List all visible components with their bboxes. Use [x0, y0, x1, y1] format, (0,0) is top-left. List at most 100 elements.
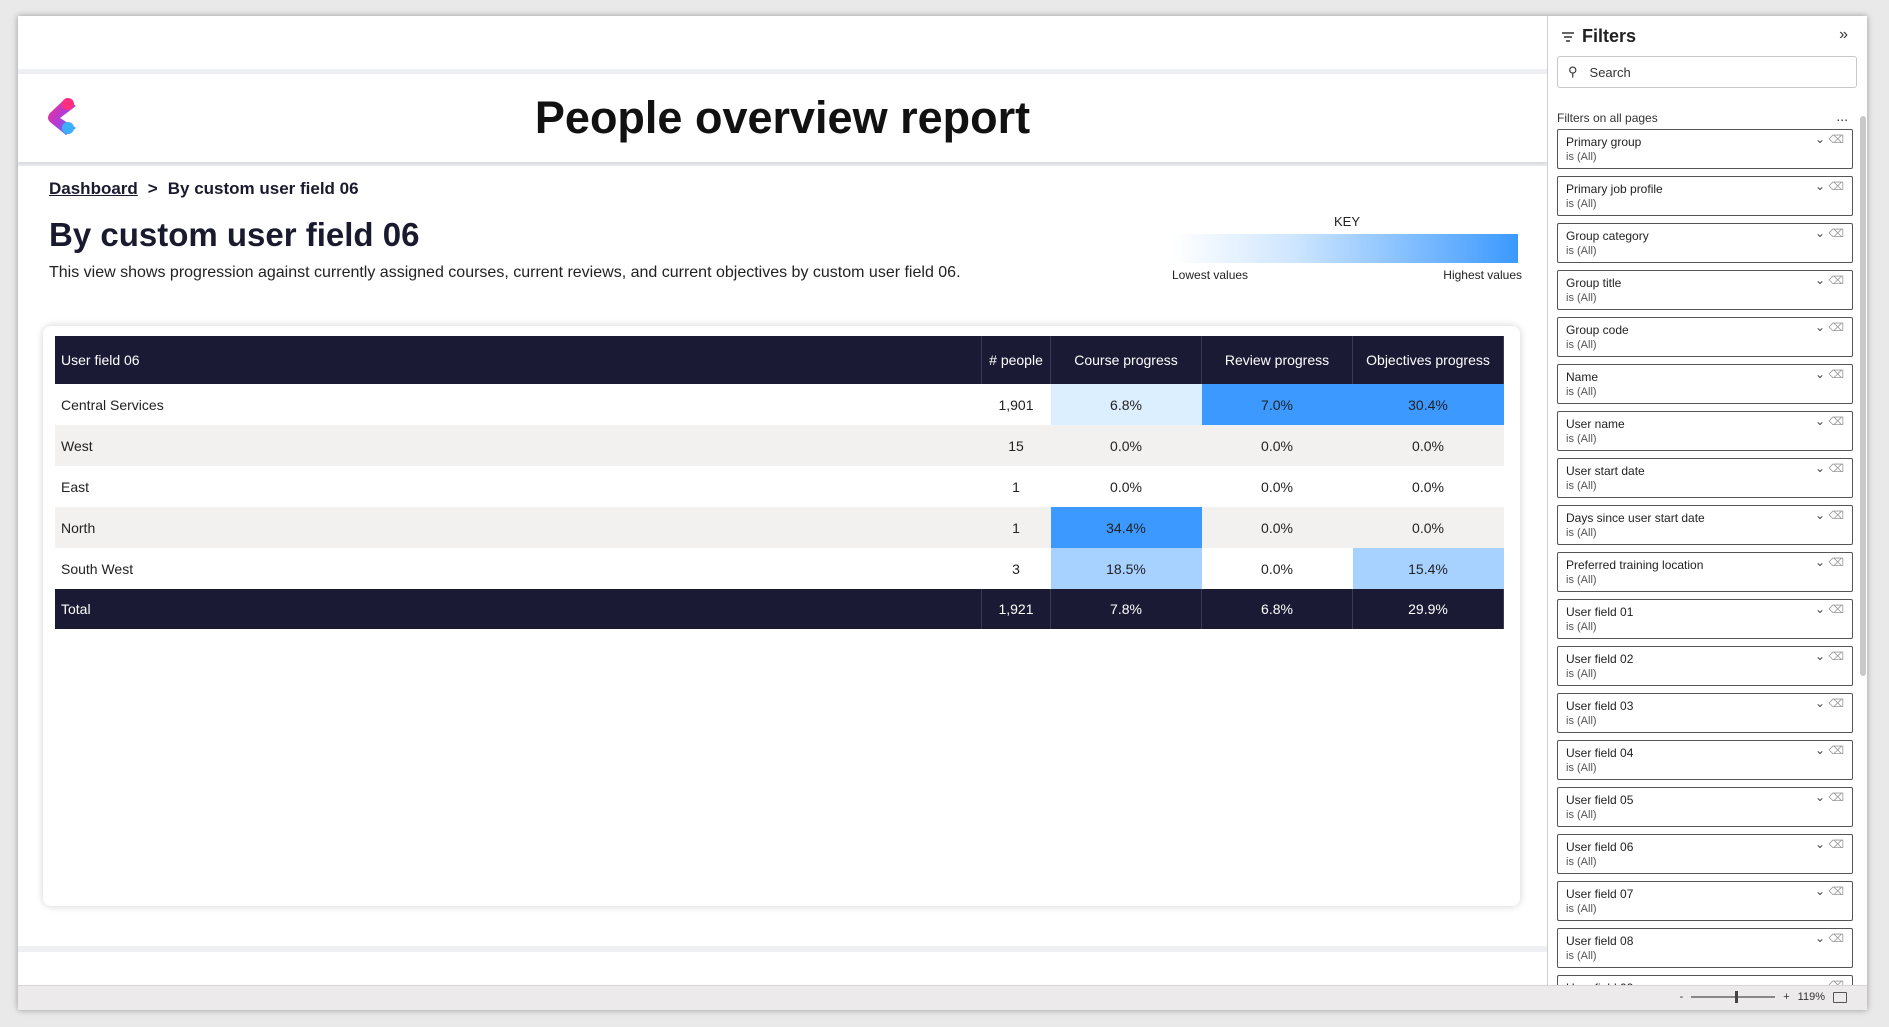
header-course-progress[interactable]: Course progress	[1050, 336, 1202, 384]
filter-card[interactable]: Group title is (All) ⌄ ⌫	[1557, 270, 1853, 310]
filter-card[interactable]: User name is (All) ⌄ ⌫	[1557, 411, 1853, 451]
filter-card[interactable]: User field 03 is (All) ⌄ ⌫	[1557, 693, 1853, 733]
clear-filter-icon[interactable]: ⌫	[1828, 932, 1844, 945]
row-review: 0.0%	[1261, 478, 1293, 495]
chevron-down-icon[interactable]: ⌄	[1815, 743, 1825, 757]
clear-filter-icon[interactable]: ⌫	[1828, 227, 1844, 240]
chevron-down-icon[interactable]: ⌄	[1815, 226, 1825, 240]
filter-icon	[1562, 31, 1574, 42]
chevron-down-icon[interactable]: ⌄	[1815, 179, 1825, 193]
clear-filter-icon[interactable]: ⌫	[1828, 321, 1844, 334]
table-row[interactable]: South West 3 18.5% 0.0% 15.4%	[55, 548, 1504, 589]
chevron-down-icon[interactable]: ⌄	[1815, 320, 1825, 334]
row-review: 0.0%	[1201, 425, 1353, 466]
filter-card[interactable]: Group category is (All) ⌄ ⌫	[1557, 223, 1853, 263]
breadcrumb-separator: >	[147, 179, 158, 198]
clear-filter-icon[interactable]: ⌫	[1828, 556, 1844, 569]
filter-card[interactable]: User field 04 is (All) ⌄ ⌫	[1557, 740, 1853, 780]
filter-value: is (All)	[1566, 574, 1597, 586]
clear-filter-icon[interactable]: ⌫	[1828, 462, 1844, 475]
more-options-icon[interactable]: ...	[1836, 108, 1848, 124]
filter-scrollbar[interactable]	[1860, 116, 1866, 676]
filter-card[interactable]: User field 05 is (All) ⌄ ⌫	[1557, 787, 1853, 827]
table-row[interactable]: West 15 0.0% 0.0% 0.0%	[55, 425, 1504, 466]
chevron-down-icon[interactable]: ⌄	[1815, 273, 1825, 287]
table-row[interactable]: East 1 0.0% 0.0% 0.0%	[55, 466, 1504, 507]
filter-card[interactable]: User field 01 is (All) ⌄ ⌫	[1557, 599, 1853, 639]
filter-card[interactable]: Name is (All) ⌄ ⌫	[1557, 364, 1853, 404]
clear-filter-icon[interactable]: ⌫	[1828, 133, 1844, 146]
filter-name: User start date	[1566, 464, 1645, 478]
filter-card[interactable]: User field 07 is (All) ⌄ ⌫	[1557, 881, 1853, 921]
filter-card[interactable]: Primary job profile is (All) ⌄ ⌫	[1557, 176, 1853, 216]
header-people[interactable]: # people	[981, 336, 1051, 384]
clear-filter-icon[interactable]: ⌫	[1828, 791, 1844, 804]
filter-name: User field 07	[1566, 887, 1634, 901]
clear-filter-icon[interactable]: ⌫	[1828, 697, 1844, 710]
filter-value: is (All)	[1566, 386, 1597, 398]
filter-card[interactable]: User field 09is (All)⌄⌫	[1557, 975, 1853, 985]
zoom-out-button[interactable]: -	[1680, 991, 1684, 1003]
clear-filter-icon[interactable]: ⌫	[1828, 274, 1844, 287]
clear-filter-icon[interactable]: ⌫	[1828, 650, 1844, 663]
filter-name: Days since user start date	[1566, 511, 1705, 525]
chevron-down-icon[interactable]: ⌄	[1815, 696, 1825, 710]
chevron-down-icon[interactable]: ⌄	[1815, 461, 1825, 475]
chevron-down-icon[interactable]: ⌄	[1815, 555, 1825, 569]
chevron-down-icon[interactable]: ⌄	[1815, 837, 1825, 851]
chevron-down-icon[interactable]: ⌄	[1815, 790, 1825, 804]
fit-to-page-icon[interactable]	[1833, 991, 1847, 1003]
zoom-slider[interactable]	[1691, 991, 1776, 1003]
filters-pane: Filters » ⚲ Search Filters on all pages …	[1547, 16, 1867, 985]
table-row[interactable]: North 1 34.4% 0.0% 0.0%	[55, 507, 1504, 548]
row-name: South West	[61, 560, 134, 577]
clear-filter-icon[interactable]: ⌫	[1828, 838, 1844, 851]
breadcrumb-dashboard-link[interactable]: Dashboard	[49, 179, 138, 198]
filter-value: is (All)	[1566, 339, 1597, 351]
filter-card[interactable]: Primary group is (All) ⌄ ⌫	[1557, 129, 1853, 169]
breadcrumb: Dashboard > By custom user field 06	[49, 179, 359, 199]
row-name: Central Services	[61, 396, 164, 413]
clear-filter-icon[interactable]: ⌫	[1828, 509, 1844, 522]
chevron-down-icon[interactable]: ⌄	[1815, 414, 1825, 428]
row-people: 1,901	[998, 396, 1034, 413]
filter-card[interactable]: User field 08 is (All) ⌄ ⌫	[1557, 928, 1853, 968]
header-objectives-progress[interactable]: Objectives progress	[1352, 336, 1504, 384]
filter-card[interactable]: Preferred training location is (All) ⌄ ⌫	[1557, 552, 1853, 592]
chevron-down-icon[interactable]: ⌄	[1815, 649, 1825, 663]
filter-card[interactable]: User field 02 is (All) ⌄ ⌫	[1557, 646, 1853, 686]
header-user-field[interactable]: User field 06	[55, 336, 982, 384]
chevron-down-icon[interactable]: ⌄	[1815, 132, 1825, 146]
filter-value: is (All)	[1566, 527, 1597, 539]
clear-filter-icon[interactable]: ⌫	[1828, 180, 1844, 193]
filter-card[interactable]: Days since user start date is (All) ⌄ ⌫	[1557, 505, 1853, 545]
collapse-filters-icon[interactable]: »	[1839, 26, 1848, 44]
clear-filter-icon[interactable]: ⌫	[1828, 415, 1844, 428]
row-course: 34.4%	[1050, 507, 1202, 548]
header-review-progress[interactable]: Review progress	[1201, 336, 1353, 384]
clear-filter-icon[interactable]: ⌫	[1828, 603, 1844, 616]
filter-card[interactable]: User start date is (All) ⌄ ⌫	[1557, 458, 1853, 498]
chevron-down-icon[interactable]: ⌄	[1815, 602, 1825, 616]
table-header-row: User field 06 # people Course progress R…	[55, 336, 1504, 384]
chevron-down-icon[interactable]: ⌄	[1815, 367, 1825, 381]
clear-filter-icon[interactable]: ⌫	[1828, 885, 1844, 898]
chevron-down-icon[interactable]: ⌄	[1815, 978, 1825, 985]
clear-filter-icon[interactable]: ⌫	[1828, 744, 1844, 757]
row-course: 6.8%	[1050, 384, 1202, 425]
clear-filter-icon[interactable]: ⌫	[1828, 368, 1844, 381]
zoom-in-button[interactable]: +	[1783, 991, 1789, 1003]
filter-card[interactable]: User field 06 is (All) ⌄ ⌫	[1557, 834, 1853, 874]
chevron-down-icon[interactable]: ⌄	[1815, 884, 1825, 898]
bottom-strip	[18, 952, 1547, 985]
key-high-label: Highest values	[1443, 268, 1522, 282]
filter-card[interactable]: Group code is (All) ⌄ ⌫	[1557, 317, 1853, 357]
filters-header: Filters	[1562, 26, 1636, 47]
chevron-down-icon[interactable]: ⌄	[1815, 931, 1825, 945]
filter-search-input[interactable]: ⚲ Search	[1557, 56, 1857, 88]
zoom-slider-thumb[interactable]	[1734, 991, 1738, 1003]
filter-value: is (All)	[1566, 809, 1597, 821]
table-row[interactable]: Central Services 1,901 6.8% 7.0% 30.4%	[55, 384, 1504, 425]
row-review: 0.0%	[1261, 560, 1293, 577]
chevron-down-icon[interactable]: ⌄	[1815, 508, 1825, 522]
